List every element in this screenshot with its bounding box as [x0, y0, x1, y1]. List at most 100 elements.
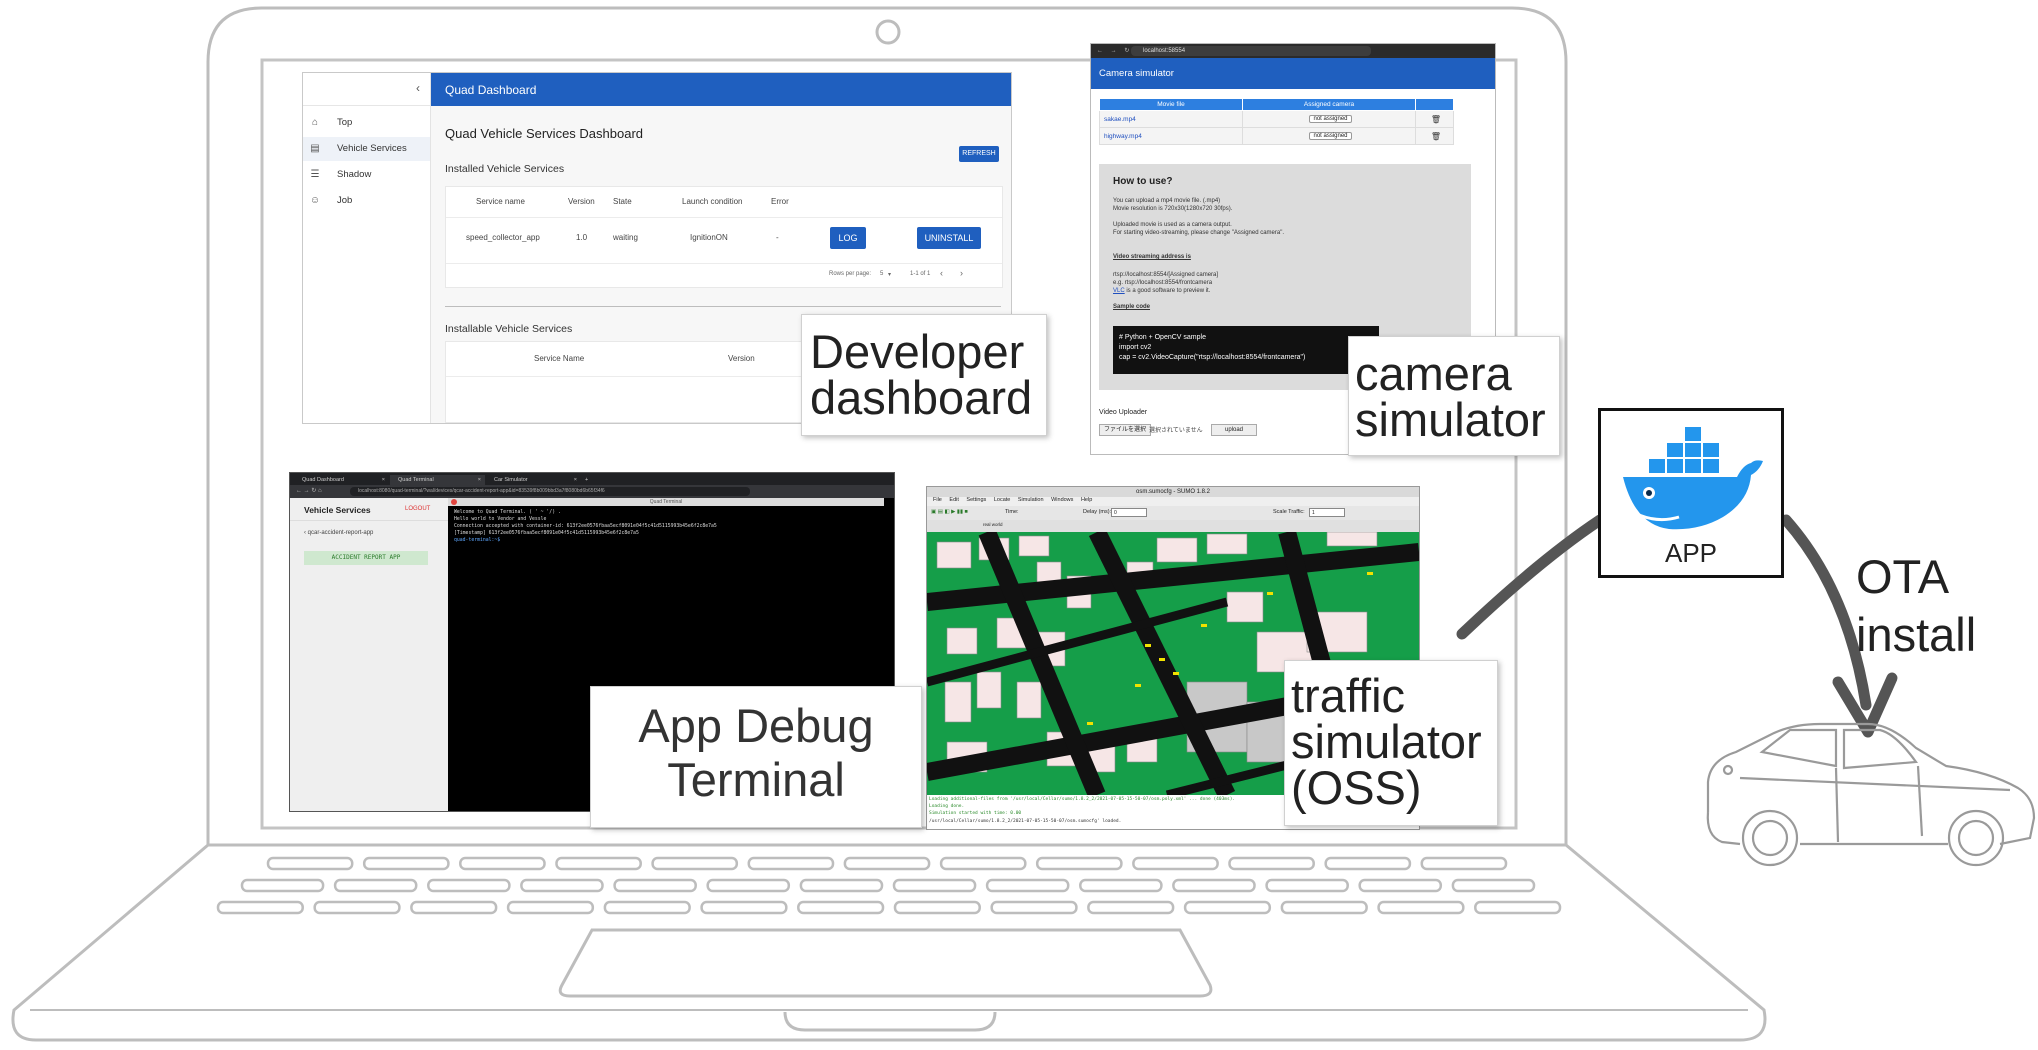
scale-traffic-input[interactable]: 1 — [1309, 508, 1345, 517]
sim-toolbar: ▣ ▤ ◧ ▶ ▮▮ ■ Time: Delay (ms): 0 Scale T… — [927, 506, 1419, 520]
menu-item-file[interactable]: File — [933, 497, 942, 503]
menu-item-simulation[interactable]: Simulation — [1018, 497, 1044, 503]
trash-icon[interactable]: 🗑 — [1415, 127, 1454, 145]
keyboard-key — [1265, 878, 1349, 893]
address-bar[interactable]: localhost:58554 — [1131, 46, 1371, 56]
building-block — [936, 541, 972, 569]
trash-icon[interactable]: 🗑 — [1415, 110, 1454, 128]
howto-text: Uploaded movie is used as a camera outpu… — [1113, 222, 1232, 228]
back-link[interactable]: ‹ qcar-accident-report-app — [304, 530, 373, 536]
keyboard-key — [613, 878, 697, 893]
keyboard-key — [985, 878, 1070, 893]
keyboard-key — [555, 856, 642, 871]
building-block — [976, 671, 1002, 709]
app-container-card: APP — [1598, 408, 1784, 578]
assigned-camera-select[interactable]: not assigned — [1309, 132, 1352, 140]
keyboard-key — [427, 878, 511, 893]
nav-arrows-icon[interactable]: ← → ↻ ⌂ — [296, 487, 322, 494]
tab-car-simulator[interactable]: Car Simulator × — [486, 475, 581, 485]
chevron-down-icon: ▾ — [888, 272, 892, 278]
rows-per-page-select[interactable]: 5 — [880, 271, 883, 277]
collapse-chevron-icon[interactable]: ‹ — [416, 81, 420, 95]
delay-input[interactable]: 0 — [1111, 508, 1147, 517]
code-line: cap = cv2.VideoCapture("rtsp://localhost… — [1119, 354, 1306, 361]
prev-page-icon[interactable]: ‹ — [940, 268, 943, 278]
browser-toolbar: ← → ↻ ⌂ localhost:8080/quad-terminal/?wa… — [290, 485, 894, 498]
traffic-label-line1: traffic — [1291, 669, 1406, 722]
keyboard-key — [1035, 856, 1123, 871]
menu-item-locate[interactable]: Locate — [994, 497, 1011, 503]
address-bar[interactable]: localhost:8080/quad-terminal/?wal/device… — [350, 487, 750, 496]
close-icon[interactable]: × — [574, 475, 577, 485]
menu-item-windows[interactable]: Windows — [1051, 497, 1073, 503]
keyboard-key — [1079, 878, 1163, 893]
new-tab-icon[interactable]: + — [582, 475, 596, 485]
upload-button[interactable]: upload — [1211, 424, 1257, 436]
car-icon — [1706, 722, 2036, 867]
keyboard-key — [1420, 856, 1508, 871]
keyboard-key — [216, 900, 304, 915]
next-page-icon[interactable]: › — [960, 268, 963, 278]
close-icon[interactable]: × — [478, 475, 481, 485]
keyboard — [216, 856, 1562, 915]
column-header: Launch condition — [682, 197, 743, 206]
vlc-link[interactable]: VLC — [1113, 288, 1125, 294]
terminal-line: [Timestamp] 613f2ee0576fbaa5ecf8091e04f5… — [454, 531, 639, 536]
sidebar-item-vehicle-services[interactable]: ▤ Vehicle Services — [303, 137, 430, 161]
toolbar-icons[interactable]: ▣ ▤ ◧ ▶ ▮▮ ■ — [931, 509, 968, 515]
streaming-text: e.g. rtsp://localhost:8554/frontcamera — [1113, 280, 1213, 286]
dashboard-header: Quad Dashboard — [431, 73, 1011, 106]
menu-item-settings[interactable]: Settings — [966, 497, 986, 503]
log-line: Loading done. — [929, 804, 965, 809]
keyboard-key — [799, 878, 884, 893]
menu-item-help[interactable]: Help — [1081, 497, 1092, 503]
sidebar-item-top[interactable]: ⌂ Top — [303, 111, 430, 135]
keyboard-key — [700, 900, 788, 915]
camera-simulator-label: camera simulator — [1355, 347, 1546, 446]
table-cell: - — [776, 233, 779, 242]
view-select[interactable]: real world — [983, 522, 1019, 530]
keyboard-key — [892, 878, 977, 893]
tab-quad-dashboard[interactable]: Quad Dashboard × — [294, 475, 389, 485]
tab-quad-terminal[interactable]: Quad Terminal × — [390, 475, 485, 485]
window-title: osm.sumocfg - SUMO 1.8.2 — [927, 487, 1419, 497]
list-icon: ▤ — [310, 143, 320, 154]
log-button[interactable]: LOG — [830, 227, 866, 249]
installed-services-title: Installed Vehicle Services — [445, 163, 565, 175]
close-icon[interactable]: × — [382, 475, 385, 485]
uninstall-button[interactable]: UNINSTALL — [917, 227, 981, 249]
movie-file-link[interactable]: highway.mp4 — [1099, 127, 1243, 145]
camera-header: Camera simulator — [1091, 58, 1495, 89]
column-header — [1415, 98, 1454, 111]
sidebar-item-job[interactable]: ☺ Job — [303, 189, 430, 213]
docker-whale-icon — [1623, 427, 1763, 530]
tab-label: Car Simulator — [494, 477, 528, 483]
keyboard-key — [747, 856, 835, 871]
close-dot-icon[interactable] — [451, 499, 457, 505]
base-notch — [783, 1011, 997, 1032]
assigned-camera-select[interactable]: not assigned — [1309, 115, 1352, 123]
app-item[interactable]: ACCIDENT REPORT APP — [304, 551, 428, 565]
keyboard-key — [362, 856, 450, 871]
refresh-button[interactable]: REFRESH — [959, 146, 999, 162]
howto-text: You can upload a mp4 movie file. (.mp4) — [1113, 198, 1221, 204]
terminal-label-line1: App Debug — [638, 699, 874, 752]
keyboard-key — [1172, 878, 1256, 893]
column-header: State — [613, 197, 632, 206]
menu-item-edit[interactable]: Edit — [949, 497, 958, 503]
terminal-prompt[interactable]: quad-terminal:~$ — [454, 538, 500, 543]
choose-file-button[interactable]: ファイルを選択 — [1099, 424, 1152, 436]
sidebar-item-label: Shadow — [337, 169, 372, 180]
terminal-title: Quad Terminal — [649, 499, 683, 505]
sidebar-item-shadow[interactable]: ☰ Shadow — [303, 163, 430, 187]
logout-button[interactable]: LOGOUT — [405, 506, 430, 512]
code-line: import cv2 — [1119, 344, 1152, 351]
keyboard-key — [990, 900, 1078, 915]
movie-file-link[interactable]: sakae.mp4 — [1099, 110, 1243, 128]
table-cell: speed_collector_app — [466, 233, 540, 242]
traffic-label-line2: simulator — [1291, 715, 1482, 768]
howto-text: For starting video-streaming, please cha… — [1113, 230, 1285, 236]
log-line: Loading additional-files from '/usr/loca… — [929, 797, 1236, 802]
table-row: sakae.mp4 not assigned 🗑 — [1099, 110, 1454, 128]
ota-line2: install — [1856, 608, 1977, 661]
